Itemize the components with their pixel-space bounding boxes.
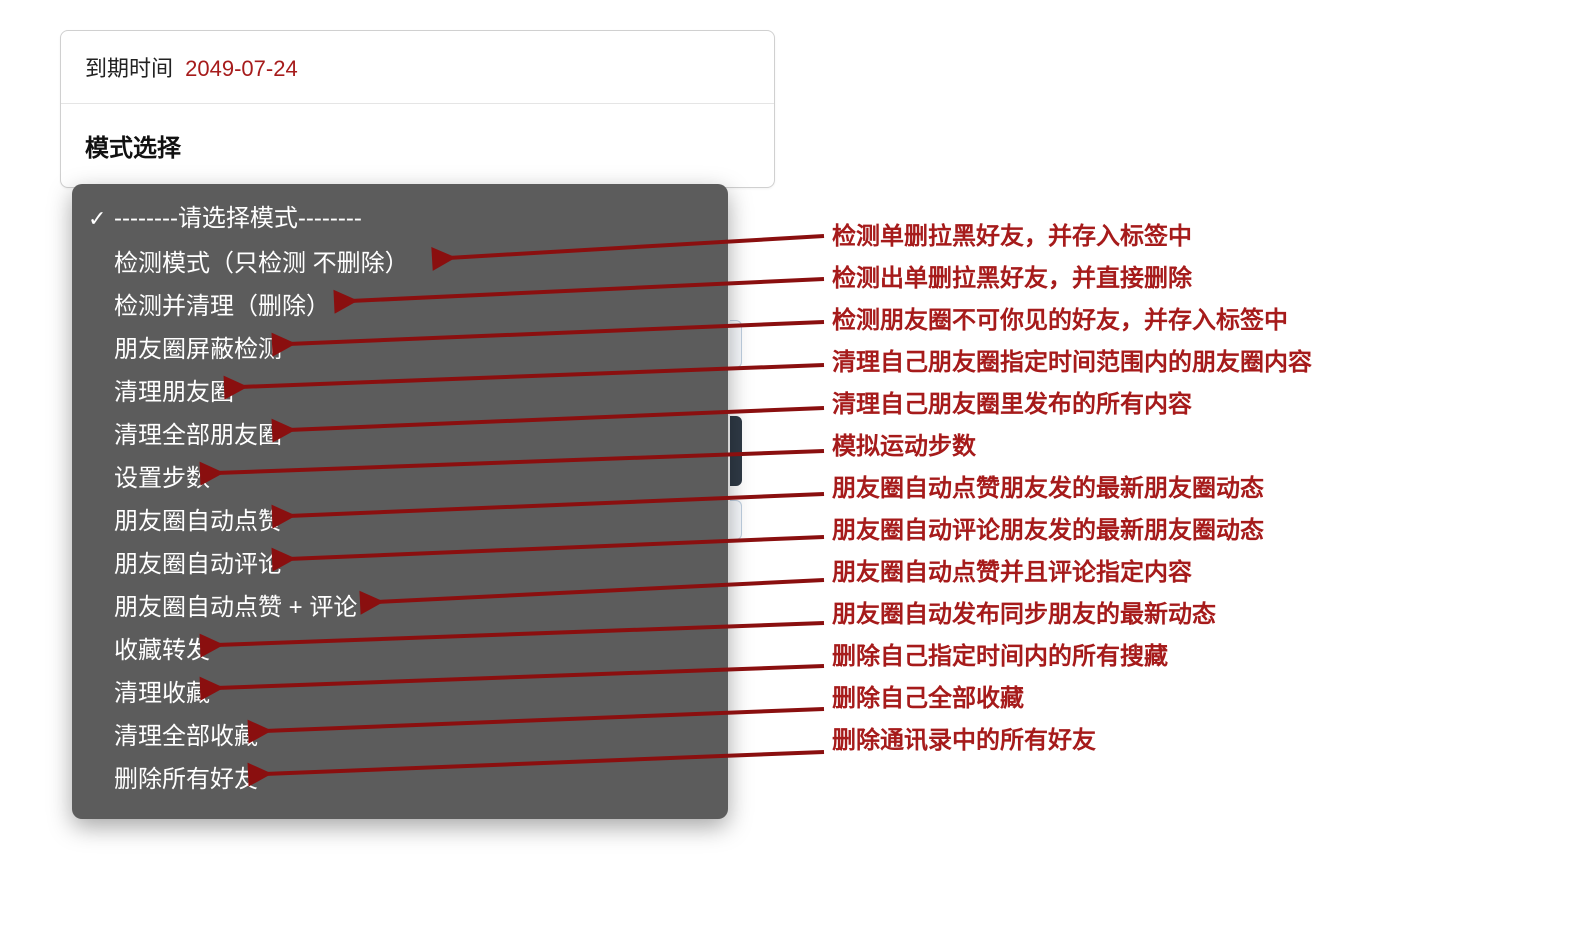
- dropdown-item[interactable]: 清理收藏: [72, 672, 728, 715]
- annotation-text: 朋友圈自动评论朋友发的最新朋友圈动态: [832, 510, 1552, 552]
- expiry-date: 2049-07-24: [185, 56, 298, 81]
- control-panel: 到期时间 2049-07-24 模式选择: [60, 30, 775, 188]
- annotation-text: 朋友圈自动点赞朋友发的最新朋友圈动态: [832, 468, 1552, 510]
- panel-body: 模式选择: [61, 104, 774, 187]
- annotation-text: 清理自己朋友圈指定时间范围内的朋友圈内容: [832, 342, 1552, 384]
- dropdown-item[interactable]: 朋友圈屏蔽检测: [72, 328, 728, 371]
- checkmark-icon: ✓: [88, 202, 114, 236]
- annotation-text: 检测单删拉黑好友，并存入标签中: [832, 216, 1552, 258]
- mode-section-title: 模式选择: [85, 128, 750, 163]
- annotation-text: 检测朋友圈不可你见的好友，并存入标签中: [832, 300, 1552, 342]
- dropdown-item[interactable]: 清理全部朋友圈: [72, 414, 728, 457]
- annotation-text: 删除通讯录中的所有好友: [832, 720, 1552, 762]
- panel-header: 到期时间 2049-07-24: [61, 31, 774, 104]
- dropdown-selected-row[interactable]: ✓ --------请选择模式--------: [72, 196, 728, 242]
- dropdown-item[interactable]: 检测模式（只检测 不删除）: [72, 242, 728, 285]
- annotation-text: 朋友圈自动发布同步朋友的最新动态: [832, 594, 1552, 636]
- dropdown-item[interactable]: 朋友圈自动点赞 + 评论: [72, 586, 728, 629]
- annotation-text: 删除自己全部收藏: [832, 678, 1552, 720]
- mode-dropdown[interactable]: ✓ --------请选择模式-------- 检测模式（只检测 不删除）检测并…: [72, 184, 728, 819]
- annotation-text: 清理自己朋友圈里发布的所有内容: [832, 384, 1552, 426]
- annotations-column: 检测单删拉黑好友，并存入标签中检测出单删拉黑好友，并直接删除检测朋友圈不可你见的…: [832, 216, 1552, 762]
- annotation-text: 删除自己指定时间内的所有搜藏: [832, 636, 1552, 678]
- dropdown-placeholder: --------请选择模式--------: [114, 202, 362, 236]
- dropdown-item[interactable]: 检测并清理（删除）: [72, 285, 728, 328]
- expiry-label: 到期时间: [85, 56, 173, 81]
- dropdown-item[interactable]: 清理全部收藏: [72, 715, 728, 758]
- annotation-text: 模拟运动步数: [832, 426, 1552, 468]
- annotation-text: 检测出单删拉黑好友，并直接删除: [832, 258, 1552, 300]
- annotation-text: 朋友圈自动点赞并且评论指定内容: [832, 552, 1552, 594]
- dropdown-item[interactable]: 朋友圈自动评论: [72, 543, 728, 586]
- dropdown-item[interactable]: 收藏转发: [72, 629, 728, 672]
- dropdown-item[interactable]: 清理朋友圈: [72, 371, 728, 414]
- dropdown-item[interactable]: 删除所有好友: [72, 758, 728, 801]
- dropdown-item[interactable]: 设置步数: [72, 457, 728, 500]
- dropdown-item[interactable]: 朋友圈自动点赞: [72, 500, 728, 543]
